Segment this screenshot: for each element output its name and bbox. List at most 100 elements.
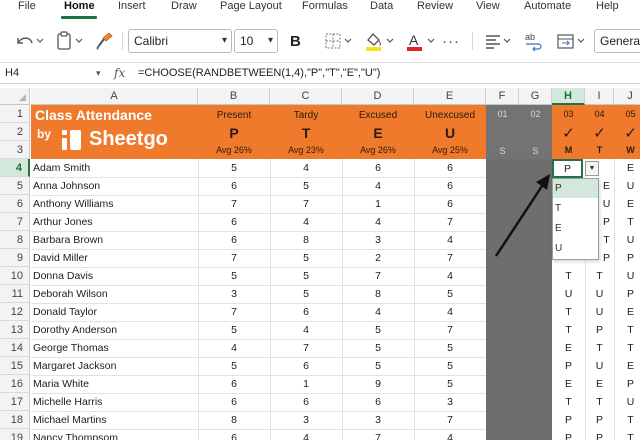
- day-status[interactable]: P: [614, 249, 640, 267]
- chevron-down-icon[interactable]: ▾: [96, 63, 101, 84]
- tardy-count[interactable]: 5: [270, 249, 342, 267]
- row-header[interactable]: 16: [0, 375, 30, 393]
- tardy-count[interactable]: 3: [270, 411, 342, 429]
- menu-file[interactable]: File: [18, 0, 36, 12]
- row-header[interactable]: 9: [0, 249, 30, 267]
- tardy-count[interactable]: 5: [270, 177, 342, 195]
- unexcused-count[interactable]: 3: [414, 393, 486, 411]
- excused-count[interactable]: 5: [342, 321, 414, 339]
- day-status[interactable]: U: [585, 285, 614, 303]
- unexcused-count[interactable]: 4: [414, 429, 486, 440]
- tardy-count[interactable]: 5: [270, 267, 342, 285]
- menu-formulas[interactable]: Formulas: [302, 0, 348, 12]
- unexcused-count[interactable]: 7: [414, 411, 486, 429]
- present-count[interactable]: 5: [198, 267, 270, 285]
- menu-page-layout[interactable]: Page Layout: [220, 0, 282, 12]
- present-count[interactable]: 7: [198, 195, 270, 213]
- formula-input[interactable]: =CHOOSE(RANDBETWEEN(1,4),"P","T","E","U"…: [138, 63, 380, 84]
- menu-automate[interactable]: Automate: [524, 0, 571, 12]
- day-status[interactable]: E: [614, 303, 640, 321]
- unexcused-count[interactable]: 7: [414, 213, 486, 231]
- excused-count[interactable]: 5: [342, 339, 414, 357]
- row-header[interactable]: 8: [0, 231, 30, 249]
- student-name[interactable]: Barbara Brown: [31, 231, 198, 249]
- student-name[interactable]: Nancy Thompsom: [31, 429, 198, 440]
- excused-count[interactable]: 4: [342, 213, 414, 231]
- unexcused-count[interactable]: 4: [414, 231, 486, 249]
- menu-insert[interactable]: Insert: [118, 0, 146, 12]
- column-header-d[interactable]: D: [342, 88, 414, 105]
- day-status[interactable]: T: [552, 303, 585, 321]
- day-status[interactable]: T: [552, 321, 585, 339]
- tardy-count[interactable]: 4: [270, 213, 342, 231]
- tardy-count[interactable]: 8: [270, 231, 342, 249]
- student-name[interactable]: George Thomas: [31, 339, 198, 357]
- excused-count[interactable]: 5: [342, 357, 414, 375]
- day-status[interactable]: U: [614, 177, 640, 195]
- tardy-count[interactable]: 4: [270, 321, 342, 339]
- day-status[interactable]: P: [585, 321, 614, 339]
- font-size-select[interactable]: 10 ▾: [234, 29, 278, 53]
- present-count[interactable]: 6: [198, 231, 270, 249]
- row-header[interactable]: 19: [0, 429, 30, 440]
- column-header-b[interactable]: B: [198, 88, 270, 105]
- day-status[interactable]: T: [614, 339, 640, 357]
- tardy-count[interactable]: 4: [270, 159, 342, 177]
- student-name[interactable]: Donna Davis: [31, 267, 198, 285]
- student-name[interactable]: Anthony Williams: [31, 195, 198, 213]
- merge-cells-button[interactable]: [554, 29, 588, 53]
- column-header-h[interactable]: H: [552, 88, 585, 105]
- excused-count[interactable]: 8: [342, 285, 414, 303]
- row-header[interactable]: 2: [0, 123, 30, 141]
- tardy-count[interactable]: 4: [270, 429, 342, 440]
- day-status[interactable]: T: [599, 231, 614, 249]
- number-format-select[interactable]: General: [594, 29, 640, 53]
- function-icon[interactable]: fx: [114, 63, 125, 84]
- excused-count[interactable]: 2: [342, 249, 414, 267]
- borders-button[interactable]: [322, 29, 356, 53]
- row-header[interactable]: 7: [0, 213, 30, 231]
- present-count[interactable]: 8: [198, 411, 270, 429]
- day-status[interactable]: T: [614, 411, 640, 429]
- excused-count[interactable]: 6: [342, 393, 414, 411]
- unexcused-count[interactable]: 7: [414, 249, 486, 267]
- select-all-corner[interactable]: [0, 88, 30, 105]
- student-name[interactable]: Dorothy Anderson: [31, 321, 198, 339]
- day-status[interactable]: E: [585, 375, 614, 393]
- row-header[interactable]: 11: [0, 285, 30, 303]
- row-header[interactable]: 14: [0, 339, 30, 357]
- day-status[interactable]: P: [552, 411, 585, 429]
- excused-count[interactable]: 1: [342, 195, 414, 213]
- tardy-count[interactable]: 7: [270, 195, 342, 213]
- student-name[interactable]: Maria White: [31, 375, 198, 393]
- day-status[interactable]: U: [599, 195, 614, 213]
- fill-color-button[interactable]: [362, 29, 398, 53]
- format-painter-button[interactable]: [92, 29, 116, 53]
- day-status[interactable]: P: [585, 411, 614, 429]
- row-header[interactable]: 15: [0, 357, 30, 375]
- day-status[interactable]: E: [614, 357, 640, 375]
- day-status[interactable]: E: [552, 339, 585, 357]
- student-name[interactable]: Michael Martins: [31, 411, 198, 429]
- present-count[interactable]: 5: [198, 321, 270, 339]
- day-status[interactable]: U: [614, 267, 640, 285]
- column-header-c[interactable]: C: [270, 88, 342, 105]
- student-name[interactable]: Deborah Wilson: [31, 285, 198, 303]
- unexcused-count[interactable]: 7: [414, 321, 486, 339]
- day-status[interactable]: T: [552, 267, 585, 285]
- excused-count[interactable]: 4: [342, 177, 414, 195]
- present-count[interactable]: 4: [198, 339, 270, 357]
- menu-help[interactable]: Help: [596, 0, 619, 12]
- unexcused-count[interactable]: 6: [414, 177, 486, 195]
- excused-count[interactable]: 3: [342, 411, 414, 429]
- student-name[interactable]: Adam Smith: [31, 159, 198, 177]
- column-header-f[interactable]: F: [486, 88, 519, 105]
- tardy-count[interactable]: 6: [270, 393, 342, 411]
- day-status[interactable]: P: [599, 249, 614, 267]
- row-header[interactable]: 10: [0, 267, 30, 285]
- dropdown-toggle-button[interactable]: ▼: [585, 161, 599, 176]
- more-options-button[interactable]: ···: [442, 29, 464, 53]
- excused-count[interactable]: 9: [342, 375, 414, 393]
- menu-review[interactable]: Review: [417, 0, 453, 12]
- excused-count[interactable]: 4: [342, 303, 414, 321]
